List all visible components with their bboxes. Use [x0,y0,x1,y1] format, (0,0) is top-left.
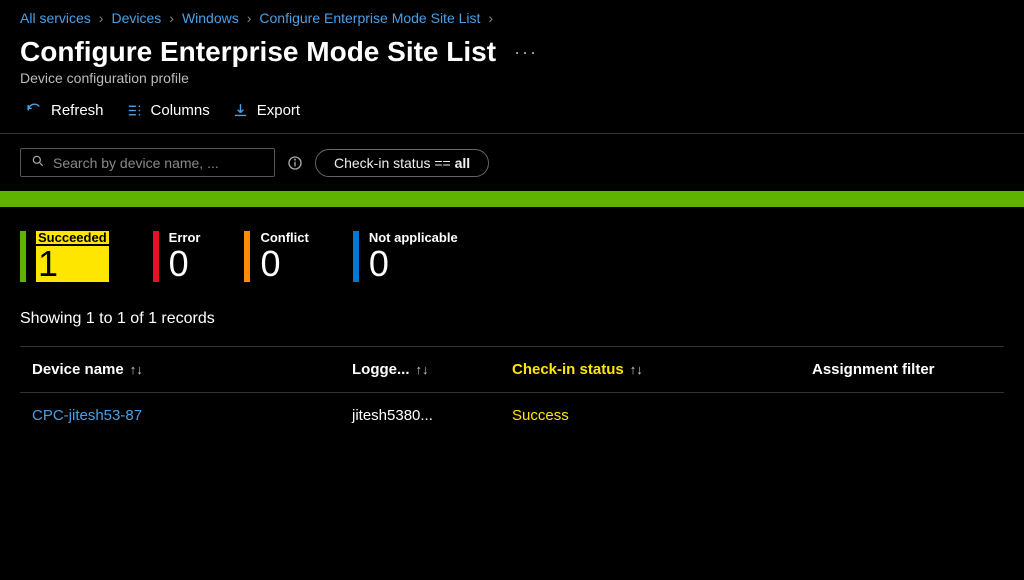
column-header-device[interactable]: Device name ↑↓ [32,361,352,378]
breadcrumb: All services › Devices › Windows › Confi… [0,0,1024,32]
breadcrumb-link-configure[interactable]: Configure Enterprise Mode Site List [259,10,480,26]
filter-pill-checkin[interactable]: Check-in status == all [315,149,489,177]
sort-icon: ↑↓ [130,362,143,377]
status-cards: Succeeded 1 Error 0 Conflict 0 Not appli… [0,207,1024,300]
table-header-row: Device name ↑↓ Logge... ↑↓ Check-in stat… [20,346,1004,393]
status-progress-bar [0,191,1024,207]
column-header-label: Check-in status [512,361,624,378]
status-value: 0 [260,246,308,282]
info-icon[interactable] [287,155,303,171]
chevron-right-icon: › [99,10,104,26]
page-title: Configure Enterprise Mode Site List [20,36,496,68]
search-input-wrapper[interactable] [20,148,275,177]
export-button[interactable]: Export [232,102,300,119]
table-row[interactable]: CPC-jitesh53-87 jitesh5380... Success [20,393,1004,438]
breadcrumb-link-devices[interactable]: Devices [111,10,161,26]
column-header-label: Device name [32,361,124,378]
download-icon [232,102,249,119]
column-header-label: Assignment filter [812,361,935,378]
refresh-icon [26,102,43,119]
records-count: Showing 1 to 1 of 1 records [0,300,1024,346]
column-header-checkin[interactable]: Check-in status ↑↓ [512,361,812,378]
columns-label: Columns [151,102,210,119]
page-subtitle: Device configuration profile [0,68,1024,102]
status-card-conflict[interactable]: Conflict 0 [244,231,308,282]
cell-checkin-status: Success [512,407,812,424]
filter-row: Check-in status == all [0,134,1024,191]
toolbar: Refresh Columns Export [0,102,1024,134]
chevron-right-icon: › [488,10,493,26]
breadcrumb-link-windows[interactable]: Windows [182,10,239,26]
column-header-assignment[interactable]: Assignment filter [812,361,1024,378]
device-table: Device name ↑↓ Logge... ↑↓ Check-in stat… [0,346,1024,438]
chevron-right-icon: › [169,10,174,26]
more-icon[interactable]: ··· [514,42,538,63]
search-input[interactable] [53,155,264,171]
status-value: 0 [369,246,458,282]
columns-icon [126,102,143,119]
status-value: 1 [36,246,109,282]
status-card-not-applicable[interactable]: Not applicable 0 [353,231,458,282]
filter-pill-value: all [455,155,471,171]
status-value: 0 [169,246,201,282]
breadcrumb-link-all-services[interactable]: All services [20,10,91,26]
cell-logged: jitesh5380... [352,407,512,424]
sort-icon: ↑↓ [630,362,643,377]
status-card-succeeded[interactable]: Succeeded 1 [20,231,109,282]
search-icon [31,154,45,171]
column-header-logged[interactable]: Logge... ↑↓ [352,361,512,378]
status-color-bar [20,231,26,282]
export-label: Export [257,102,300,119]
column-header-label: Logge... [352,361,410,378]
columns-button[interactable]: Columns [126,102,210,119]
chevron-right-icon: › [247,10,252,26]
sort-icon: ↑↓ [416,362,429,377]
refresh-label: Refresh [51,102,104,119]
cell-device-name[interactable]: CPC-jitesh53-87 [32,407,352,424]
status-color-bar [153,231,159,282]
status-color-bar [353,231,359,282]
filter-pill-label: Check-in status == [334,155,455,171]
status-color-bar [244,231,250,282]
refresh-button[interactable]: Refresh [26,102,104,119]
status-card-error[interactable]: Error 0 [153,231,201,282]
